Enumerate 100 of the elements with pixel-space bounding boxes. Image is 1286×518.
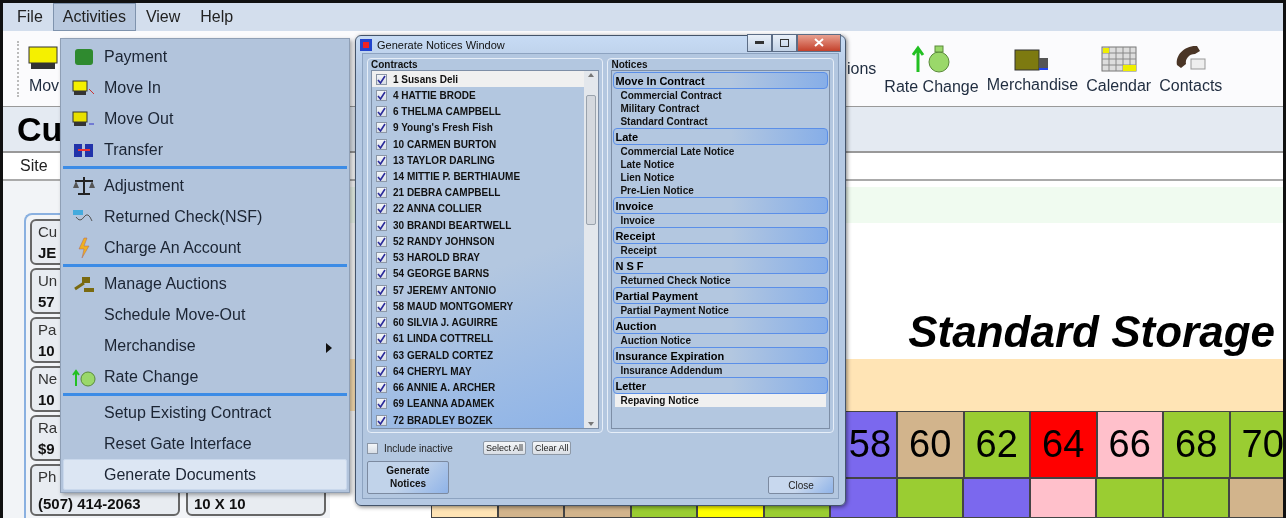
unit-cell[interactable]: 64 [1030, 411, 1097, 478]
contract-row[interactable]: 6 THELMA CAMPBELL [372, 103, 585, 120]
category-header[interactable]: Letter [613, 377, 828, 394]
contract-row[interactable]: 21 DEBRA CAMPBELL [372, 184, 585, 201]
generate-button[interactable]: Generate Notices [367, 461, 449, 494]
menu-item[interactable]: Reset Gate Interface [63, 428, 347, 459]
category-header[interactable]: Invoice [613, 197, 828, 214]
checkbox[interactable] [376, 122, 387, 134]
checkbox[interactable] [376, 73, 387, 85]
category-header[interactable]: Late [613, 128, 828, 145]
scroll-down-icon[interactable] [588, 422, 595, 426]
clear-all-button[interactable]: Clear All [531, 441, 572, 455]
contract-row[interactable]: 66 ANNIE A. ARCHER [372, 379, 585, 396]
menu-item[interactable]: Payment [63, 41, 347, 72]
checkbox[interactable] [376, 365, 387, 377]
menu-item[interactable]: Move Out [63, 103, 347, 134]
unit-cell[interactable] [963, 478, 1030, 518]
notice-item[interactable]: Pre-Lien Notice [615, 184, 826, 197]
notice-item[interactable]: Returned Check Notice [615, 274, 826, 287]
tab[interactable]: Site [20, 157, 48, 175]
contract-row[interactable]: 9 Young's Fresh Fish [372, 119, 585, 136]
checkbox[interactable] [376, 414, 387, 426]
checkbox[interactable] [376, 333, 387, 345]
unit-cell[interactable]: 66 [1096, 411, 1163, 478]
notice-item[interactable]: Partial Payment Notice [615, 304, 826, 317]
unit-cell[interactable] [1162, 478, 1229, 518]
contract-row[interactable]: 10 CARMEN BURTON [372, 135, 585, 153]
notice-item[interactable]: Standard Contract [615, 115, 826, 128]
contract-row[interactable]: 72 BRADLEY BOZEK [372, 411, 585, 429]
checkbox[interactable] [376, 187, 387, 199]
notice-item[interactable]: Commercial Late Notice [615, 145, 826, 158]
menu-item[interactable]: Adjustment [63, 170, 347, 201]
checkbox[interactable] [367, 442, 378, 454]
category-header[interactable]: N S F [613, 257, 828, 274]
unit-cell[interactable] [1096, 478, 1163, 518]
notice-item[interactable]: Repaving Notice [615, 394, 826, 407]
notice-item[interactable]: Invoice [615, 214, 826, 227]
contract-row[interactable]: 54 GEORGE BARNS [372, 265, 585, 283]
contract-row[interactable]: 4 HATTIE BRODE [372, 87, 585, 104]
menu-title[interactable]: Activities [52, 3, 136, 31]
unit-cell[interactable]: 60 [897, 411, 964, 478]
contract-row[interactable]: 30 BRANDI BEARTWELL [372, 217, 585, 234]
contract-row[interactable]: 64 CHERYL MAY [372, 363, 585, 380]
checkbox[interactable] [376, 171, 387, 182]
select-all-button[interactable]: Select All [482, 441, 526, 455]
checkbox[interactable] [376, 203, 387, 215]
menu-item[interactable]: Generate Documents [63, 459, 347, 490]
close-dialog-button[interactable]: Close [768, 476, 834, 494]
notice-item[interactable]: Insurance Addendum [615, 364, 826, 377]
menu-item[interactable]: Transfer [63, 134, 347, 165]
notice-item[interactable]: Late Notice [615, 158, 826, 171]
menu-item[interactable]: Move In [63, 72, 347, 103]
checkbox[interactable] [376, 398, 387, 410]
checkbox[interactable] [376, 106, 387, 118]
checkbox[interactable] [376, 284, 387, 296]
contract-row[interactable]: 14 MITTIE P. BERTHIAUME [372, 168, 585, 185]
checkbox[interactable] [376, 219, 387, 231]
checkbox[interactable] [376, 154, 387, 166]
notice-item[interactable]: Military Contract [615, 102, 826, 115]
unit-cell[interactable]: 58 [843, 411, 897, 478]
menu-item[interactable]: Merchandise [63, 330, 347, 361]
contract-row[interactable]: 61 LINDA COTTRELL [372, 330, 585, 347]
scrollbar[interactable] [584, 71, 599, 428]
menu-item[interactable]: Setup Existing Contract [63, 397, 347, 428]
unit-cell[interactable] [896, 478, 963, 518]
category-header[interactable]: Insurance Expiration [613, 347, 828, 364]
category-header[interactable]: Move In Contract [613, 72, 828, 89]
checkbox[interactable] [376, 252, 387, 264]
scroll-up-icon[interactable] [588, 73, 595, 77]
toolbar-button[interactable]: Merchandise [986, 43, 1079, 94]
menu-item[interactable]: Returned Check(NSF) [63, 201, 347, 232]
unit-cell[interactable]: 70 [1229, 411, 1283, 478]
menu-title[interactable]: Help [190, 3, 244, 31]
checkbox[interactable] [376, 317, 387, 329]
checkbox[interactable] [376, 89, 387, 101]
category-header[interactable]: Receipt [613, 227, 828, 244]
notice-item[interactable]: Auction Notice [615, 334, 826, 347]
contract-row[interactable]: 13 TAYLOR DARLING [372, 152, 585, 169]
checkbox[interactable] [376, 138, 387, 150]
menu-title[interactable]: File [7, 3, 53, 31]
checkbox[interactable] [376, 300, 387, 312]
contract-row[interactable]: 60 SILVIA J. AGUIRRE [372, 314, 585, 331]
menu-item[interactable]: Schedule Move-Out [63, 299, 347, 330]
contract-row[interactable]: 69 LEANNA ADAMEK [372, 395, 585, 412]
toolbar-button[interactable]: Calendar [1086, 42, 1152, 95]
checkbox[interactable] [376, 349, 387, 361]
toolbar-button[interactable]: Contacts [1159, 42, 1223, 95]
contract-row[interactable]: 52 RANDY JOHNSON [372, 233, 585, 250]
contract-row[interactable]: 1 Susans Deli [372, 71, 585, 88]
contract-row[interactable]: 53 HAROLD BRAY [372, 249, 585, 266]
notice-item[interactable]: Receipt [615, 244, 826, 257]
toolbar-button[interactable]: ions [847, 59, 877, 78]
menu-item[interactable]: Manage Auctions [63, 268, 347, 299]
unit-cell[interactable]: 62 [963, 411, 1030, 478]
unit-cell[interactable] [1229, 478, 1283, 518]
toolbar-button[interactable]: Rate Change [884, 41, 979, 96]
menu-item[interactable]: Charge An Account [63, 232, 347, 263]
contract-row[interactable]: 57 JEREMY ANTONIO [372, 282, 585, 299]
contract-row[interactable]: 22 ANNA COLLIER [372, 200, 585, 218]
checkbox[interactable] [376, 235, 387, 247]
